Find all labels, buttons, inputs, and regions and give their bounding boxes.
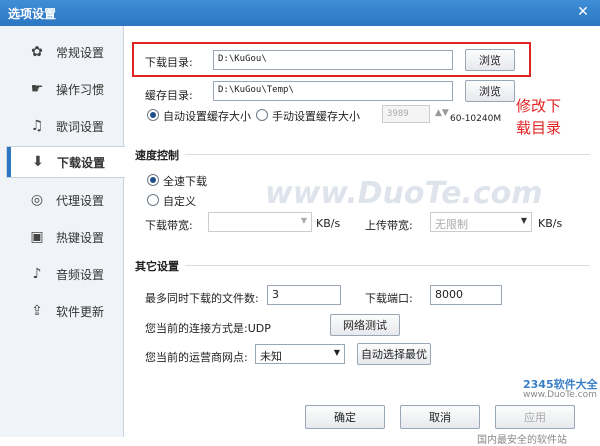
download-bandwidth-label: 下载带宽: xyxy=(145,219,193,232)
connection-label: 您当前的连接方式是:UDP xyxy=(145,322,271,335)
sidebar-item-label: 常规设置 xyxy=(56,45,105,60)
cancel-button[interactable]: 取消 xyxy=(400,405,480,429)
sidebar-item-label: 热键设置 xyxy=(56,230,105,245)
custom-speed-radio[interactable] xyxy=(147,194,159,206)
download-dir-input[interactable]: D:\KuGou\ xyxy=(213,50,453,70)
content-panel: www.DuoTe.com 下载目录: D:\KuGou\ 浏览 修改下 载目录… xyxy=(125,26,600,446)
window-title: 选项设置 xyxy=(8,7,57,21)
cache-range-label: 60-10240M xyxy=(450,114,502,124)
chevron-down-icon: ▼ xyxy=(300,216,307,225)
close-icon[interactable]: ✕ xyxy=(574,3,592,21)
sidebar-item-label: 歌词设置 xyxy=(56,119,105,134)
update-icon: ⇪ xyxy=(31,303,43,319)
lyrics-icon: ♫ xyxy=(30,118,44,134)
cache-dir-label: 缓存目录: xyxy=(145,89,193,102)
sidebar-item-proxy[interactable]: ◎ 代理设置 xyxy=(6,184,118,216)
isp-label: 您当前的运营商网点: xyxy=(145,351,248,364)
cache-size-up-icon[interactable]: ▲▼ xyxy=(435,108,449,118)
divider xyxy=(185,154,590,155)
title-bar[interactable]: 选项设置 ✕ xyxy=(0,0,600,26)
upload-bandwidth-unit: KB/s xyxy=(538,217,563,230)
cache-dir-input[interactable]: D:\KuGou\Temp\ xyxy=(213,81,453,101)
sidebar-item-label: 代理设置 xyxy=(56,193,105,208)
manual-cache-label: 手动设置缓存大小 xyxy=(272,110,360,123)
ok-button[interactable]: 确定 xyxy=(305,405,385,429)
download-dir-label: 下载目录: xyxy=(145,56,193,69)
max-files-label: 最多同时下载的文件数: xyxy=(145,292,259,305)
download-icon: ⬇ xyxy=(32,154,44,170)
options-window: 选项设置 ✕ ✿ 常规设置 ☛ 操作习惯 ♫ 歌词设置 ⬇ 下载设置 ◎ 代理设… xyxy=(0,0,600,446)
full-speed-label: 全速下载 xyxy=(163,175,207,188)
chevron-down-icon: ▼ xyxy=(333,348,340,357)
auto-select-button[interactable]: 自动选择最优 xyxy=(357,343,431,365)
custom-speed-label: 自定义 xyxy=(163,195,196,208)
speed-section-title: 速度控制 xyxy=(135,149,179,162)
isp-select[interactable]: 未知 ▼ xyxy=(255,344,345,364)
equalizer-icon: ♪ xyxy=(32,266,42,282)
hand-icon: ☛ xyxy=(30,81,44,97)
sidebar-item-update[interactable]: ⇪ 软件更新 xyxy=(6,295,118,327)
auto-cache-label: 自动设置缓存大小 xyxy=(163,110,251,123)
manual-cache-radio[interactable] xyxy=(256,109,268,121)
sidebar-item-general[interactable]: ✿ 常规设置 xyxy=(6,36,118,68)
hotkey-icon: ▣ xyxy=(30,229,44,245)
isp-value: 未知 xyxy=(260,350,282,363)
upload-bandwidth-value: 无限制 xyxy=(435,218,468,231)
gear-icon: ✿ xyxy=(31,44,43,60)
apply-button[interactable]: 应用 xyxy=(495,405,575,429)
divider xyxy=(185,265,590,266)
sidebar-item-label: 软件更新 xyxy=(56,304,105,319)
network-test-button[interactable]: 网络测试 xyxy=(330,314,400,336)
sidebar-item-operation[interactable]: ☛ 操作习惯 xyxy=(6,73,118,105)
sidebar-item-label: 音频设置 xyxy=(56,267,105,282)
chevron-down-icon: ▼ xyxy=(520,216,527,225)
sidebar-item-label: 下载设置 xyxy=(57,155,106,170)
sidebar: ✿ 常规设置 ☛ 操作习惯 ♫ 歌词设置 ⬇ 下载设置 ◎ 代理设置 ▣ 热键设… xyxy=(0,26,125,437)
download-bandwidth-select[interactable]: ▼ xyxy=(208,212,312,232)
browse-download-button[interactable]: 浏览 xyxy=(465,49,515,71)
max-files-input[interactable]: 3 xyxy=(267,285,341,305)
brand-url-watermark: www.DuoTe.com xyxy=(523,390,597,400)
cache-size-input[interactable]: 3989 xyxy=(382,105,430,123)
sidebar-item-lyrics[interactable]: ♫ 歌词设置 xyxy=(6,110,118,142)
sidebar-item-audio[interactable]: ♪ 音频设置 xyxy=(6,258,118,290)
sidebar-item-hotkey[interactable]: ▣ 热键设置 xyxy=(6,221,118,253)
other-section-title: 其它设置 xyxy=(135,260,179,273)
auto-cache-radio[interactable] xyxy=(147,109,159,121)
upload-bandwidth-select[interactable]: 无限制 ▼ xyxy=(430,212,532,232)
bottom-watermark: 国内最安全的软件站 xyxy=(477,435,567,446)
port-input[interactable]: 8000 xyxy=(430,285,502,305)
annotation-line-1: 修改下 xyxy=(516,97,562,115)
annotation-line-2: 载目录 xyxy=(516,119,562,137)
center-watermark: www.DuoTe.com xyxy=(265,176,543,211)
sidebar-item-label: 操作习惯 xyxy=(56,82,105,97)
full-speed-radio[interactable] xyxy=(147,174,159,186)
upload-bandwidth-label: 上传带宽: xyxy=(365,219,413,232)
sidebar-item-download[interactable]: ⬇ 下载设置 xyxy=(6,146,125,178)
download-bandwidth-unit: KB/s xyxy=(316,217,341,230)
browse-cache-button[interactable]: 浏览 xyxy=(465,80,515,102)
port-label: 下载端口: xyxy=(365,292,413,305)
globe-icon: ◎ xyxy=(30,192,44,208)
